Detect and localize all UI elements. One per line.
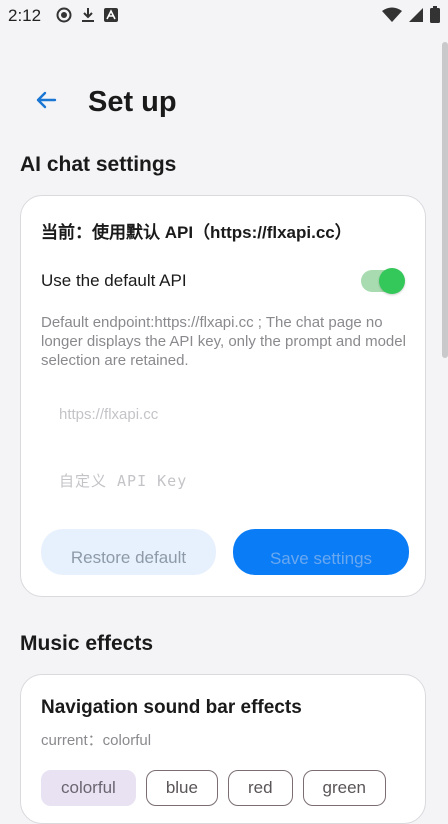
page-title: Set up: [88, 86, 177, 118]
status-system-icons: [382, 6, 440, 23]
api-key-input[interactable]: [41, 461, 407, 501]
download-icon: [82, 8, 94, 22]
signal-icon: [409, 7, 423, 22]
effect-chip-green[interactable]: green: [302, 770, 387, 806]
default-api-toggle[interactable]: [361, 268, 405, 294]
restore-default-button[interactable]: Restore default: [41, 529, 216, 575]
endpoint-hint: Default endpoint:https://flxapi.cc ; The…: [41, 314, 406, 369]
back-button[interactable]: [28, 82, 64, 118]
effect-chip-group: colorful blue red green: [41, 770, 387, 806]
status-notification-icons: [56, 7, 118, 23]
save-settings-button[interactable]: Save settings: [233, 529, 409, 575]
effect-chip-colorful[interactable]: colorful: [41, 770, 136, 806]
ai-settings-card: 当前：使用默认 API（https://flxapi.cc） Use the d…: [20, 195, 426, 597]
scrollbar[interactable]: [442, 42, 448, 358]
sound-bar-effects-heading: Navigation sound bar effects: [41, 697, 302, 718]
app-a-icon: [104, 8, 118, 22]
status-bar: 2:12: [0, 0, 448, 30]
current-api-label: 当前：使用默认 API（https://flxapi.cc）: [41, 223, 352, 242]
ai-section-title: AI chat settings: [20, 153, 177, 176]
battery-icon: [430, 6, 440, 23]
effect-chip-blue[interactable]: blue: [145, 770, 218, 806]
wifi-icon: [382, 7, 402, 22]
music-effects-card: Navigation sound bar effects current：col…: [20, 674, 426, 824]
toggle-knob: [379, 268, 405, 294]
default-api-toggle-label: Use the default API: [41, 271, 187, 290]
record-icon: [56, 7, 72, 23]
effect-chip-red[interactable]: red: [227, 770, 293, 806]
current-effect-label: current：colorful: [41, 732, 152, 749]
arrow-left-icon: [36, 91, 57, 109]
music-section-title: Music effects: [20, 632, 154, 655]
status-time: 2:12: [8, 6, 42, 25]
endpoint-input[interactable]: [41, 394, 407, 434]
